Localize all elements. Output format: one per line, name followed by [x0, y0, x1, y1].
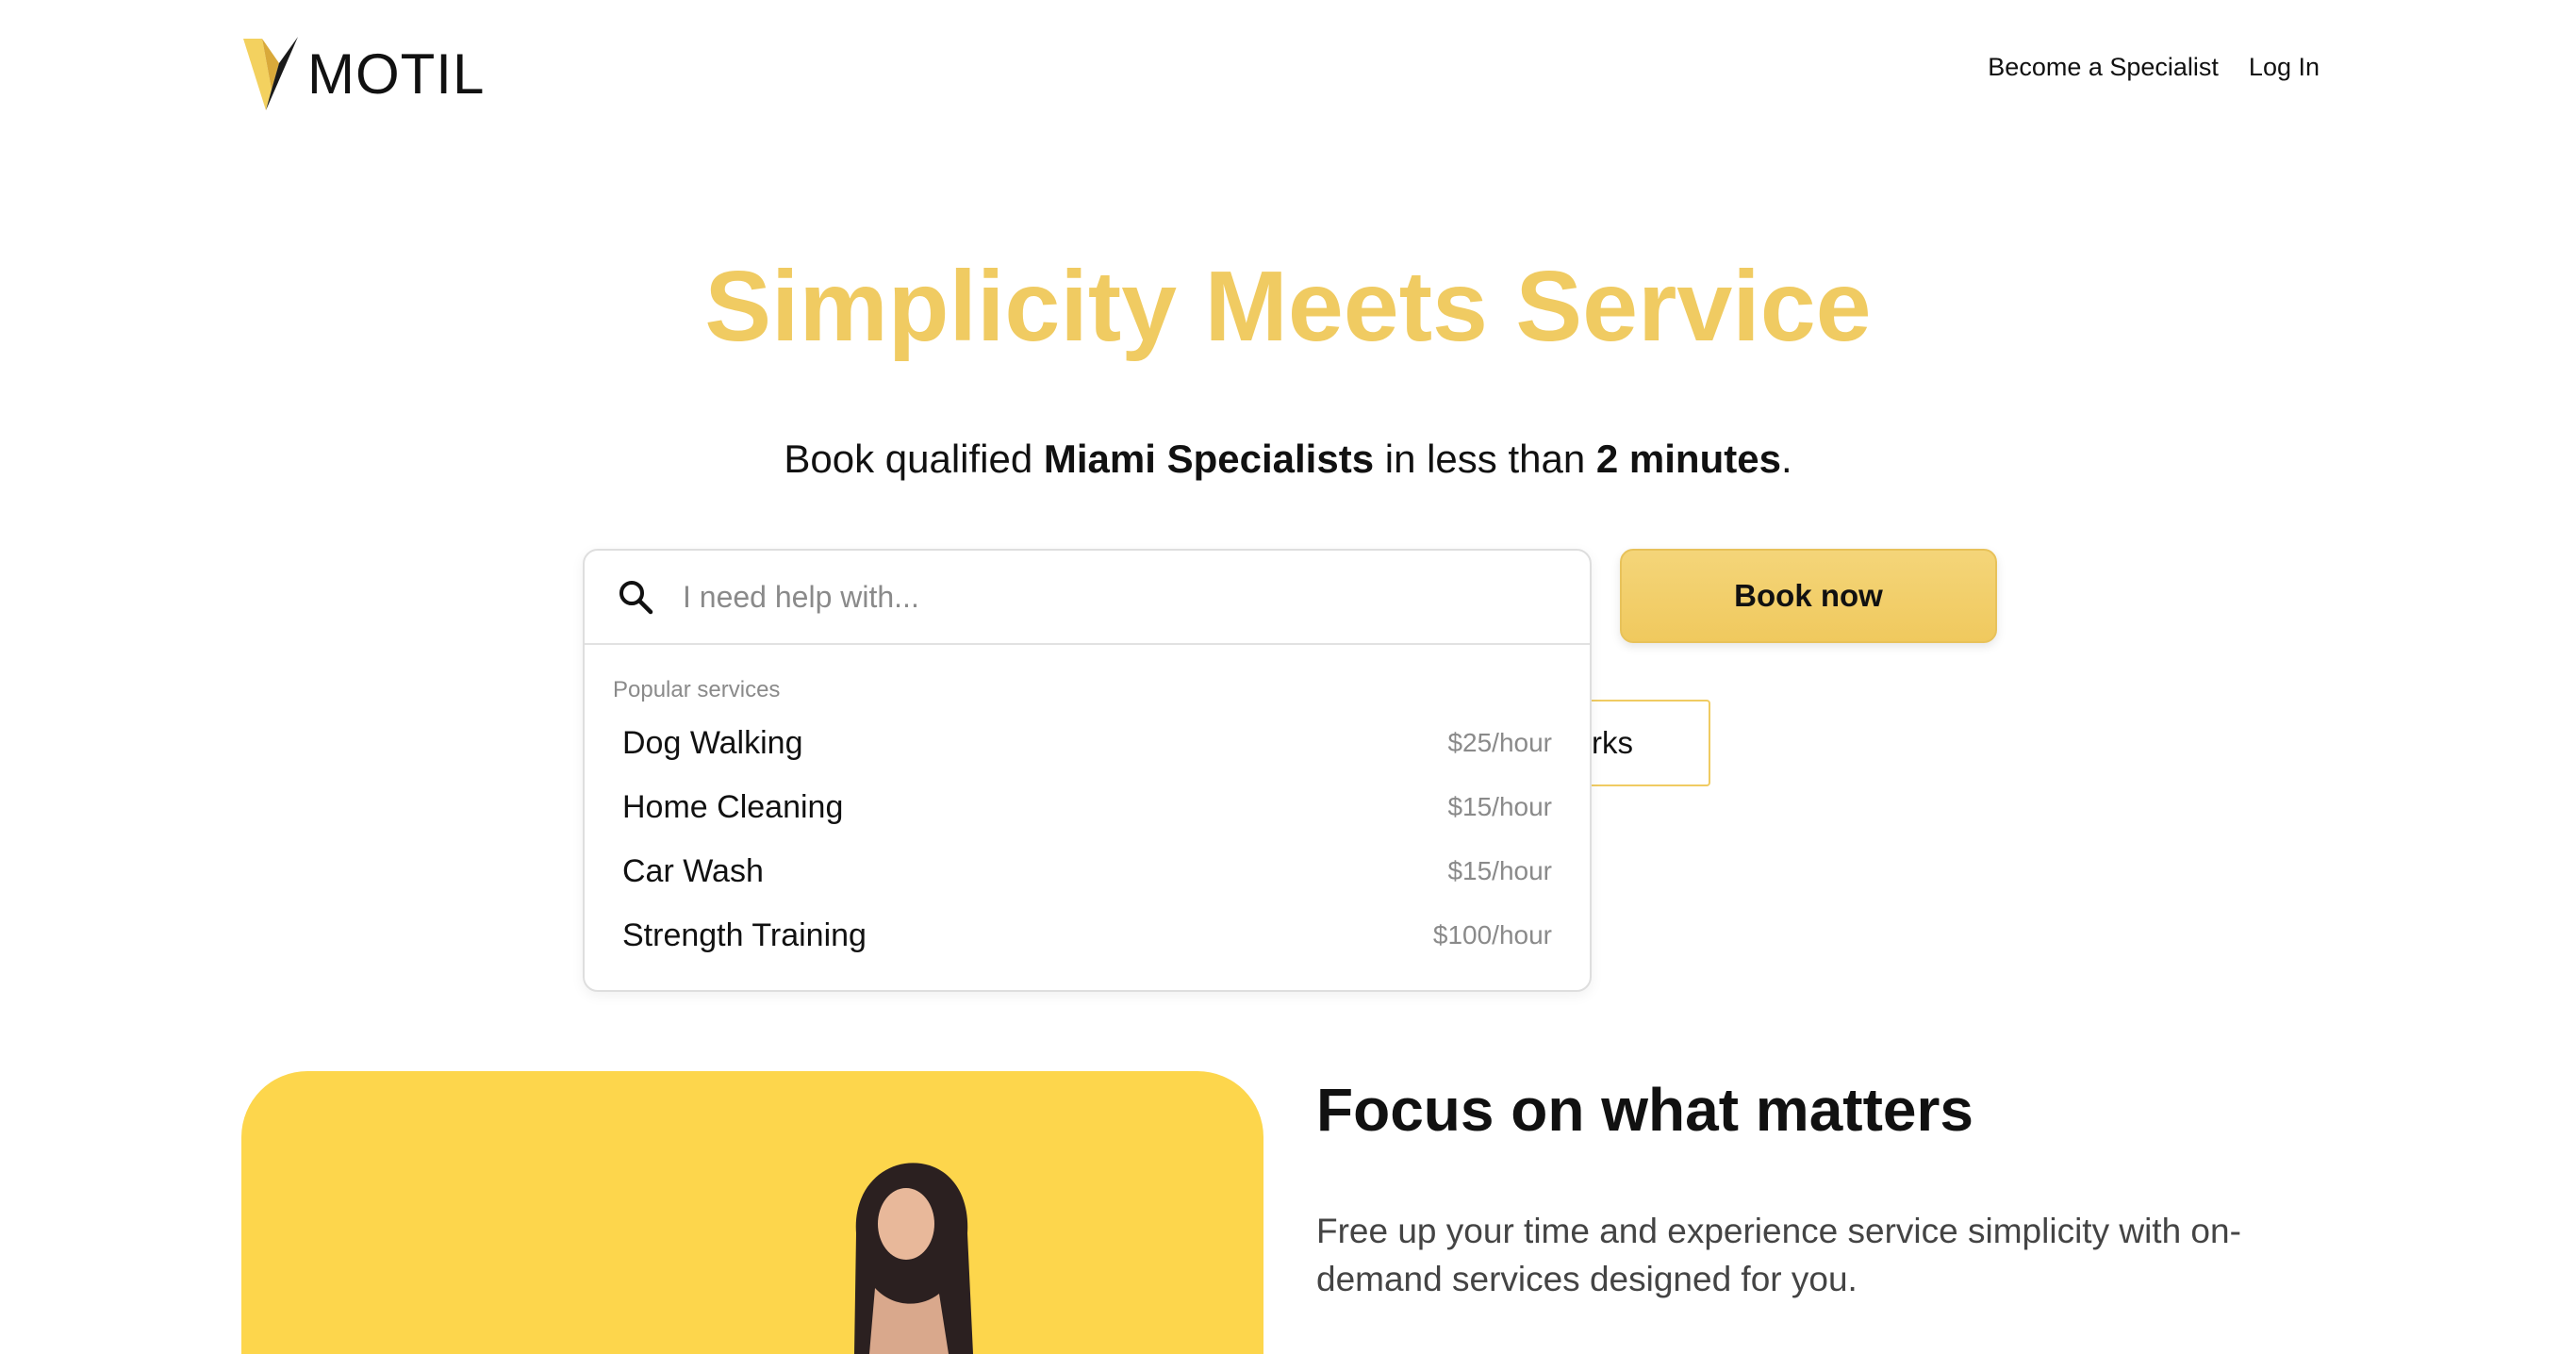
login-link[interactable]: Log In — [2249, 53, 2320, 82]
book-now-button[interactable]: Book now — [1620, 549, 1997, 643]
how-it-works-label: rks — [1592, 725, 1633, 760]
service-price: $25/hour — [1447, 728, 1552, 757]
subtitle-duration: 2 minutes — [1595, 437, 1781, 481]
hero-subtitle: Book qualified Miami Specialists in less… — [0, 437, 2576, 482]
feature-image — [241, 1071, 1263, 1354]
logo-text: MOTIL — [307, 41, 486, 106]
service-option-home-cleaning[interactable]: Home Cleaning $15/hour — [585, 775, 1590, 839]
service-price: $15/hour — [1447, 856, 1552, 885]
hero-title: Simplicity Meets Service — [704, 251, 1872, 362]
become-specialist-link[interactable]: Become a Specialist — [1988, 53, 2219, 82]
service-option-strength-training[interactable]: Strength Training $100/hour — [585, 903, 1590, 967]
service-name: Car Wash — [622, 852, 764, 889]
popular-services-list: Dog Walking $25/hour Home Cleaning $15/h… — [585, 711, 1590, 967]
service-name: Dog Walking — [622, 724, 803, 761]
motil-v-logo-icon — [241, 35, 300, 112]
dropdown-heading: Popular services — [613, 677, 781, 702]
search-row[interactable] — [585, 551, 1590, 645]
service-price: $100/hour — [1432, 920, 1552, 949]
service-search-combobox: Popular services Dog Walking $25/hour Ho… — [583, 549, 1592, 992]
subtitle-location: Miami Specialists — [1043, 437, 1375, 481]
subtitle-text: . — [1780, 437, 1792, 481]
subtitle-text: in less than — [1374, 437, 1596, 481]
focus-title: Focus on what matters — [1316, 1076, 1973, 1144]
service-option-car-wash[interactable]: Car Wash $15/hour — [585, 839, 1590, 903]
service-name: Home Cleaning — [622, 788, 844, 825]
subtitle-text: Book qualified — [784, 437, 1044, 481]
search-input[interactable] — [681, 578, 1533, 616]
person-illustration — [854, 1163, 973, 1354]
service-option-dog-walking[interactable]: Dog Walking $25/hour — [585, 711, 1590, 775]
search-icon — [617, 578, 654, 616]
logo[interactable]: MOTIL — [241, 34, 485, 113]
service-price: $15/hour — [1447, 792, 1552, 821]
top-nav: Become a Specialist Log In — [1988, 53, 2320, 82]
service-name: Strength Training — [622, 916, 867, 953]
focus-description: Free up your time and experience service… — [1316, 1212, 2241, 1298]
